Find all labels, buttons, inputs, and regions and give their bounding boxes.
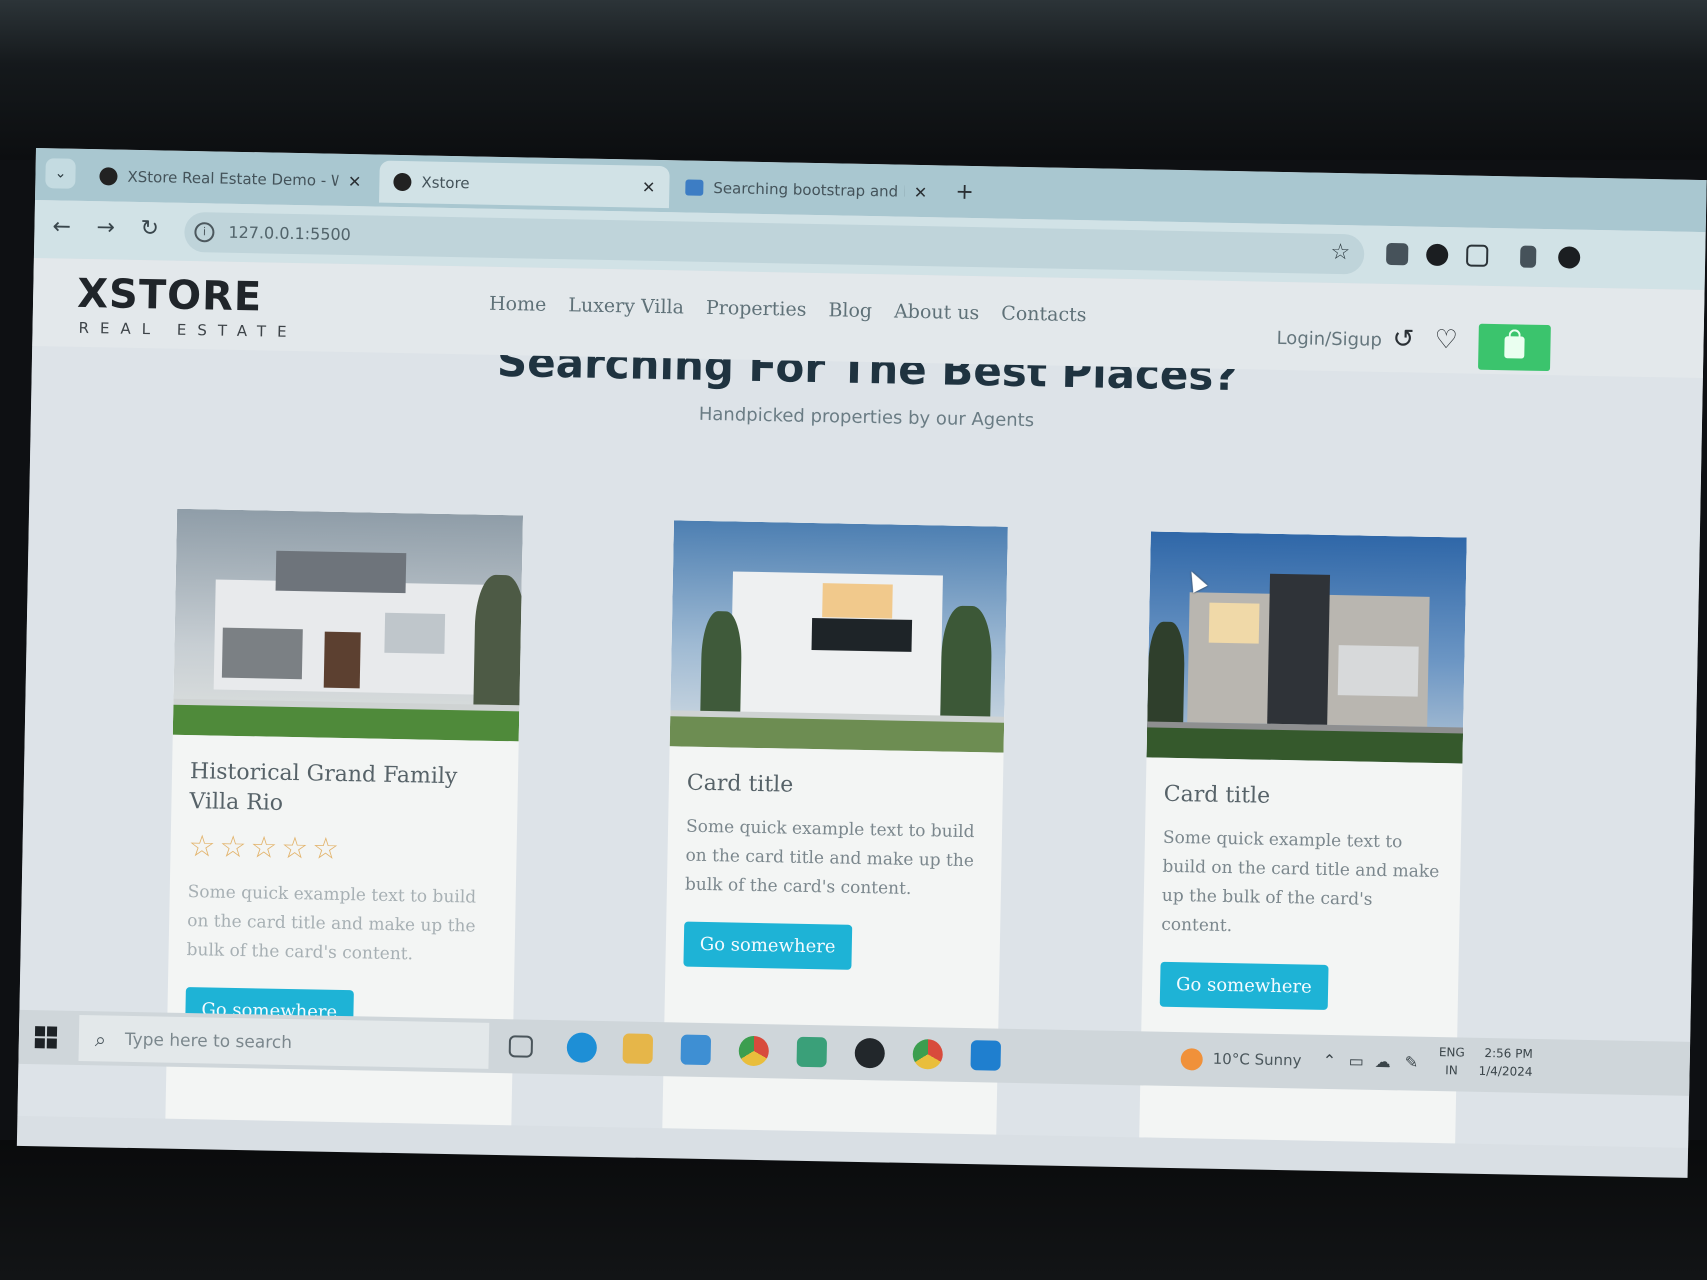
star-icon: ☆ bbox=[280, 830, 313, 867]
pen-icon[interactable]: ✎ bbox=[1405, 1052, 1419, 1071]
url-text: 127.0.0.1:5500 bbox=[228, 222, 352, 245]
site-info-icon[interactable]: i bbox=[194, 222, 215, 243]
photos-icon[interactable] bbox=[796, 1036, 828, 1068]
reload-icon[interactable]: ↻ bbox=[140, 216, 159, 241]
chevron-up-icon[interactable]: ⌃ bbox=[1323, 1051, 1337, 1070]
card-title: Historical Grand Family Villa Rio bbox=[189, 759, 458, 816]
go-somewhere-button[interactable]: Go somewhere bbox=[683, 921, 852, 970]
tab-search-button[interactable]: ⌄ bbox=[45, 158, 76, 189]
globe-icon bbox=[393, 172, 412, 192]
vscode-icon[interactable] bbox=[970, 1040, 1002, 1071]
bootstrap-icon bbox=[685, 179, 704, 196]
star-icon: ☆ bbox=[188, 829, 220, 865]
star-icon: ☆ bbox=[250, 830, 282, 866]
search-icon: ⌕ bbox=[94, 1027, 107, 1052]
login-link[interactable]: Login/Sigup bbox=[1276, 328, 1382, 351]
nav-home[interactable]: Home bbox=[489, 293, 547, 316]
close-tab-icon[interactable]: ✕ bbox=[348, 171, 362, 190]
shopping-bag-icon bbox=[1504, 336, 1525, 359]
card-text: Some quick example text to build on the … bbox=[186, 882, 477, 965]
tab-title: Searching bootstrap and html c bbox=[713, 179, 904, 201]
logo-tagline: REAL ESTATE bbox=[78, 318, 298, 342]
puzzle-icon[interactable] bbox=[1465, 244, 1489, 267]
region-code: IN bbox=[1445, 1063, 1458, 1078]
taskbar-search-input[interactable]: ⌕ Type here to search bbox=[78, 1014, 490, 1069]
cloud-icon[interactable]: ☁ bbox=[1375, 1052, 1391, 1071]
lang-code: ENG bbox=[1438, 1045, 1465, 1060]
chrome-icon[interactable] bbox=[738, 1035, 770, 1067]
forward-arrow-icon[interactable]: → bbox=[96, 215, 115, 240]
edge-browser-icon[interactable] bbox=[566, 1032, 598, 1063]
bookmark-star-icon[interactable]: ☆ bbox=[1330, 240, 1350, 265]
close-tab-icon[interactable]: ✕ bbox=[642, 177, 656, 196]
mail-icon[interactable] bbox=[680, 1034, 712, 1066]
search-placeholder: Type here to search bbox=[124, 1029, 293, 1054]
globe-icon bbox=[99, 167, 118, 186]
file-explorer-icon[interactable] bbox=[622, 1033, 654, 1065]
card-text: Some quick example text to build on the … bbox=[684, 816, 975, 899]
refresh-icon[interactable]: ↺ bbox=[1392, 324, 1414, 354]
nav-properties[interactable]: Properties bbox=[706, 297, 807, 321]
extension-icon[interactable] bbox=[1386, 242, 1409, 266]
tab-xstore-demo[interactable]: XStore Real Estate Demo - Wo ✕ bbox=[85, 155, 376, 203]
tab-title: XStore Real Estate Demo - Wo bbox=[127, 167, 339, 190]
chrome-profile-icon[interactable] bbox=[912, 1039, 944, 1070]
card-title: Card title bbox=[686, 770, 794, 798]
back-arrow-icon[interactable]: ← bbox=[52, 214, 71, 239]
heart-icon[interactable]: ♡ bbox=[1434, 325, 1458, 355]
clock[interactable]: 2:56 PM 1/4/2024 bbox=[1478, 1044, 1533, 1081]
go-somewhere-button[interactable]: Go somewhere bbox=[1159, 961, 1329, 1010]
battery-icon[interactable]: ▭ bbox=[1349, 1051, 1364, 1070]
star-icon: ☆ bbox=[311, 831, 344, 868]
monitor-bezel-top bbox=[0, 0, 1707, 160]
weather-sun-icon bbox=[1180, 1048, 1203, 1071]
close-tab-icon[interactable]: ✕ bbox=[914, 182, 928, 201]
nav-about-us[interactable]: About us bbox=[894, 301, 980, 325]
weather-text[interactable]: 10°C Sunny bbox=[1213, 1050, 1302, 1070]
star-icon: ☆ bbox=[219, 829, 251, 866]
side-panel-icon[interactable] bbox=[1519, 245, 1537, 268]
star-rating: ☆☆☆☆☆ bbox=[188, 829, 499, 870]
date-text: 1/4/2024 bbox=[1478, 1063, 1533, 1079]
tab-bootstrap-search[interactable]: Searching bootstrap and html c ✕ bbox=[671, 166, 942, 213]
tab-title: Xstore bbox=[421, 173, 470, 193]
github-icon[interactable] bbox=[854, 1037, 886, 1069]
task-view-icon[interactable] bbox=[508, 1035, 534, 1058]
card-text: Some quick example text to build on the … bbox=[1161, 827, 1440, 937]
main-nav: Home Luxery Villa Properties Blog About … bbox=[489, 293, 1087, 326]
windows-start-icon[interactable] bbox=[34, 1026, 58, 1049]
logo[interactable]: XSTORE bbox=[77, 271, 263, 321]
cart-button[interactable] bbox=[1478, 323, 1551, 372]
language-indicator[interactable]: ENG IN bbox=[1438, 1043, 1465, 1079]
card-title: Card title bbox=[1163, 781, 1271, 809]
nav-blog[interactable]: Blog bbox=[828, 299, 872, 322]
new-tab-button[interactable]: + bbox=[955, 180, 974, 205]
profile-avatar[interactable] bbox=[1557, 246, 1581, 269]
time-text: 2:56 PM bbox=[1484, 1045, 1533, 1061]
nav-contacts[interactable]: Contacts bbox=[1001, 303, 1087, 327]
extension-icon[interactable] bbox=[1425, 243, 1449, 267]
property-image bbox=[669, 520, 1008, 753]
screen: ⌄ XStore Real Estate Demo - Wo ✕ Xstore … bbox=[16, 148, 1707, 1178]
tab-xstore[interactable]: Xstore ✕ bbox=[379, 160, 670, 209]
property-image bbox=[1146, 531, 1467, 764]
nav-luxery-villa[interactable]: Luxery Villa bbox=[568, 294, 684, 318]
property-image bbox=[172, 508, 524, 742]
